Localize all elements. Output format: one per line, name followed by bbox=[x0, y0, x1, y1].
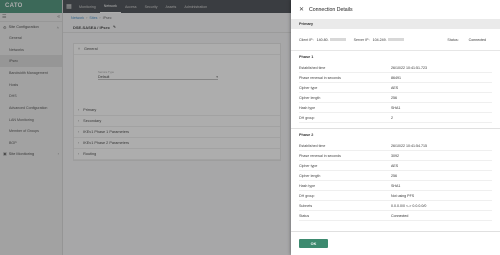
detail-value: 3092 bbox=[391, 153, 399, 158]
connection-status: Status: Connected bbox=[447, 37, 486, 42]
detail-key: Cipher length bbox=[299, 95, 321, 100]
detail-value: SHA1 bbox=[391, 183, 401, 188]
detail-value: 86491 bbox=[391, 75, 401, 80]
detail-value: AES bbox=[391, 163, 399, 168]
modal-overlay[interactable] bbox=[0, 0, 291, 255]
detail-value: Connected bbox=[391, 213, 409, 218]
detail-key: Hash type bbox=[299, 183, 316, 188]
phase1-details: Established time 26/10/22 10:41:51.723 Pha… bbox=[291, 63, 500, 123]
detail-row: Cipher type AES bbox=[299, 161, 492, 171]
detail-key: Status bbox=[299, 213, 310, 218]
detail-key: Cipher type bbox=[299, 163, 318, 168]
detail-row: Subnets 0.0.0.0/0 <-> 0.0.0.0/0 bbox=[299, 201, 492, 211]
detail-row: DH group 2 bbox=[299, 113, 492, 123]
detail-value: Not using PFS bbox=[391, 193, 415, 198]
detail-row: Hash type SHA1 bbox=[299, 181, 492, 191]
phase2-title: Phase 2 bbox=[299, 133, 314, 137]
drawer-title: Connection Details bbox=[309, 6, 353, 13]
detail-row: DH group Not using PFS bbox=[299, 191, 492, 201]
detail-key: Phase renewal in seconds bbox=[299, 153, 341, 158]
detail-value: SHA1 bbox=[391, 105, 401, 110]
detail-key: Established time bbox=[299, 143, 326, 148]
status-badge: Connected bbox=[468, 37, 486, 42]
detail-value: AES bbox=[391, 85, 399, 90]
client-ip: Client IP: 140.80. bbox=[299, 38, 346, 42]
detail-value: 256 bbox=[391, 95, 397, 100]
connection-details-drawer: ✕ Connection Details Primary Client IP: … bbox=[291, 0, 500, 255]
phase2-details: Established time 26/10/22 10:41:54.715 Pha… bbox=[291, 141, 500, 221]
detail-row: Hash type SHA1 bbox=[299, 103, 492, 113]
detail-value: 256 bbox=[391, 173, 397, 178]
detail-key: Phase renewal in seconds bbox=[299, 75, 341, 80]
detail-key: Cipher length bbox=[299, 173, 321, 178]
redacted-block bbox=[329, 37, 346, 42]
detail-row: Cipher type AES bbox=[299, 83, 492, 93]
phase1-title: Phase 1 bbox=[299, 55, 314, 59]
detail-key: DH group bbox=[299, 115, 315, 120]
redacted-block bbox=[387, 37, 404, 42]
detail-value: 26/10/22 10:41:51.723 bbox=[391, 65, 427, 70]
detail-row: Phase renewal in seconds 3092 bbox=[299, 151, 492, 161]
drawer-footer: OK bbox=[291, 231, 500, 255]
detail-row: Cipher length 256 bbox=[299, 171, 492, 181]
detail-row: Established time 26/10/22 10:41:51.723 bbox=[299, 63, 492, 73]
close-icon[interactable]: ✕ bbox=[299, 6, 304, 13]
drawer-header: ✕ Connection Details bbox=[291, 0, 500, 19]
detail-key: Subnets bbox=[299, 203, 313, 208]
connection-summary: Client IP: 140.80. Server IP: 104.249. S… bbox=[291, 29, 500, 51]
detail-row: Cipher length 256 bbox=[299, 93, 492, 103]
detail-row: Phase renewal in seconds 86491 bbox=[299, 73, 492, 83]
server-ip: Server IP: 104.249. bbox=[354, 38, 404, 42]
detail-key: Established time bbox=[299, 65, 326, 70]
primary-bar: Primary bbox=[291, 19, 500, 29]
ok-button[interactable]: OK bbox=[299, 239, 328, 248]
detail-row: Status Connected bbox=[299, 211, 492, 221]
detail-key: Cipher type bbox=[299, 85, 318, 90]
detail-value: 2 bbox=[391, 115, 393, 120]
detail-value: 26/10/22 10:41:54.715 bbox=[391, 143, 427, 148]
detail-key: DH group bbox=[299, 193, 315, 198]
detail-row: Established time 26/10/22 10:41:54.715 bbox=[299, 141, 492, 151]
detail-key: Hash type bbox=[299, 105, 316, 110]
detail-value: 0.0.0.0/0 <-> 0.0.0.0/0 bbox=[391, 203, 427, 208]
